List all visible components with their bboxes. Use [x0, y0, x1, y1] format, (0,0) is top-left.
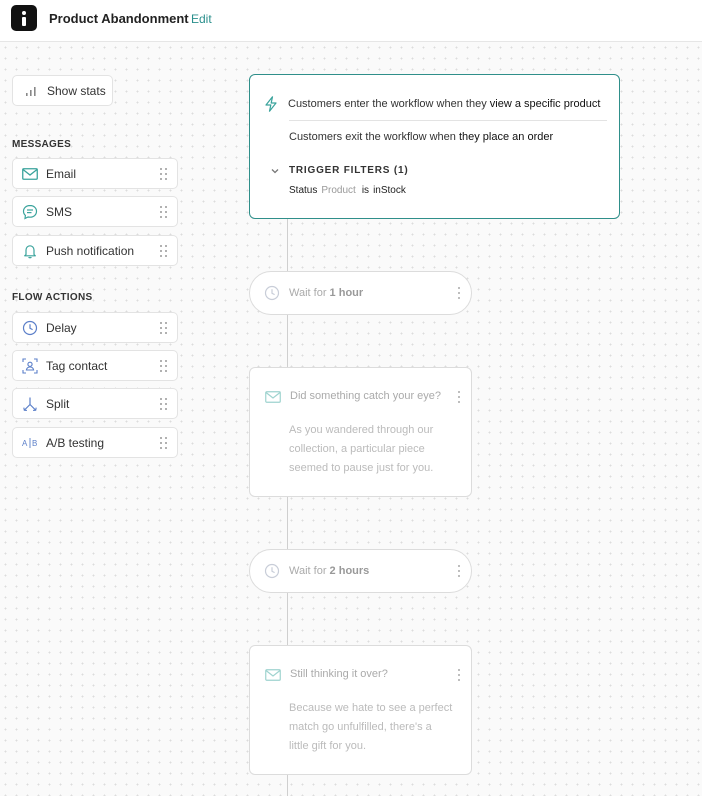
trigger-filters-heading: TRIGGER FILTERS (1)	[289, 165, 409, 176]
workflow-canvas[interactable]: Show stats MESSAGES Email SMS Push notif…	[0, 42, 702, 796]
sidebar-item-label: Delay	[46, 320, 77, 335]
drag-handle-icon[interactable]	[160, 397, 168, 411]
wait-step-text: Wait for 2 hours	[289, 565, 370, 577]
exit-condition: Customers exit the workflow when they pl…	[289, 131, 553, 143]
drag-handle-icon[interactable]	[160, 167, 168, 181]
sidebar-item-label: SMS	[46, 204, 73, 219]
email-step-2[interactable]: Still thinking it over? Because we hate …	[249, 645, 472, 775]
show-stats-label: Show stats	[47, 83, 106, 98]
sidebar-item-delay[interactable]: Delay	[12, 312, 178, 343]
sidebar-item-label: Tag contact	[46, 358, 108, 373]
filter-entity: Product	[321, 185, 356, 196]
sidebar-item-label: Split	[46, 396, 70, 411]
flow-actions-heading: FLOW ACTIONS	[12, 292, 93, 303]
email-step-header: Still thinking it over?	[265, 668, 388, 681]
clock-icon	[264, 563, 280, 579]
messages-heading: MESSAGES	[12, 139, 72, 150]
more-options-icon[interactable]	[457, 286, 461, 300]
trigger-card[interactable]: Customers enter the workflow when they v…	[249, 74, 620, 219]
email-subject: Still thinking it over?	[290, 668, 388, 680]
tag-contact-icon	[22, 357, 38, 374]
filter-value: inStock	[373, 185, 406, 196]
wait-duration: 1 hour	[329, 287, 364, 299]
drag-handle-icon[interactable]	[160, 321, 168, 335]
wait-step-2[interactable]: Wait for 2 hours	[249, 549, 472, 593]
more-options-icon[interactable]	[457, 390, 461, 404]
trigger-filter-row: Status Product is inStock	[289, 185, 406, 196]
lightning-icon	[264, 96, 278, 112]
show-stats-button[interactable]: Show stats	[12, 75, 113, 106]
trigger-filters-toggle[interactable]: TRIGGER FILTERS (1)	[270, 165, 408, 176]
filter-operator: is	[361, 185, 370, 196]
sidebar-item-email[interactable]: Email	[12, 158, 178, 189]
clock-icon	[264, 285, 280, 301]
envelope-icon	[22, 166, 38, 182]
email-subject: Did something catch your eye?	[290, 390, 442, 402]
drag-handle-icon[interactable]	[160, 244, 168, 258]
drag-handle-icon[interactable]	[160, 436, 168, 450]
wait-step-text: Wait for 1 hour	[289, 287, 364, 299]
sidebar-item-label: Push notification	[46, 243, 135, 258]
bell-icon	[22, 243, 38, 259]
sidebar-item-tag-contact[interactable]: Tag contact	[12, 350, 178, 381]
exit-condition-prefix: Customers exit the workflow when	[289, 131, 459, 143]
exit-condition-value: they place an order	[458, 131, 554, 143]
entry-condition-value: view a specific product	[489, 98, 601, 110]
workflow-title: Product Abandonment	[49, 11, 189, 26]
drag-handle-icon[interactable]	[160, 359, 168, 373]
sidebar-item-split[interactable]: Split	[12, 388, 178, 419]
trigger-divider	[289, 120, 607, 121]
ab-testing-icon: AB	[22, 435, 38, 451]
svg-text:B: B	[32, 439, 37, 448]
entry-condition-prefix: Customers enter the workflow when they	[288, 98, 490, 110]
bar-chart-icon	[25, 85, 37, 97]
sidebar-item-ab-testing[interactable]: AB A/B testing	[12, 427, 178, 458]
more-options-icon[interactable]	[457, 668, 461, 682]
sidebar-item-label: A/B testing	[46, 435, 105, 450]
entry-condition: Customers enter the workflow when they v…	[264, 96, 600, 112]
drag-handle-icon[interactable]	[160, 205, 168, 219]
chat-bubble-icon	[22, 204, 38, 220]
envelope-icon	[265, 390, 281, 403]
app-logo[interactable]	[11, 5, 37, 31]
sidebar-item-label: Email	[46, 166, 77, 181]
wait-step-1[interactable]: Wait for 1 hour	[249, 271, 472, 315]
svg-text:A: A	[22, 439, 28, 448]
email-preview-text: As you wandered through our collection, …	[289, 424, 434, 474]
split-icon	[22, 396, 38, 412]
chevron-down-icon	[270, 166, 280, 176]
clock-icon	[22, 320, 38, 336]
sidebar-item-push-notification[interactable]: Push notification	[12, 235, 178, 266]
email-step-1[interactable]: Did something catch your eye? As you wan…	[249, 367, 472, 497]
email-step-header: Did something catch your eye?	[265, 390, 442, 403]
top-bar: Product Abandonment Edit	[0, 0, 702, 42]
edit-title-link[interactable]: Edit	[191, 12, 212, 26]
email-preview-text: Because we hate to see a perfect match g…	[289, 702, 453, 752]
envelope-icon	[265, 668, 281, 681]
wait-duration: 2 hours	[329, 565, 370, 577]
filter-field: Status	[289, 185, 318, 196]
sidebar-item-sms[interactable]: SMS	[12, 196, 178, 227]
more-options-icon[interactable]	[457, 564, 461, 578]
